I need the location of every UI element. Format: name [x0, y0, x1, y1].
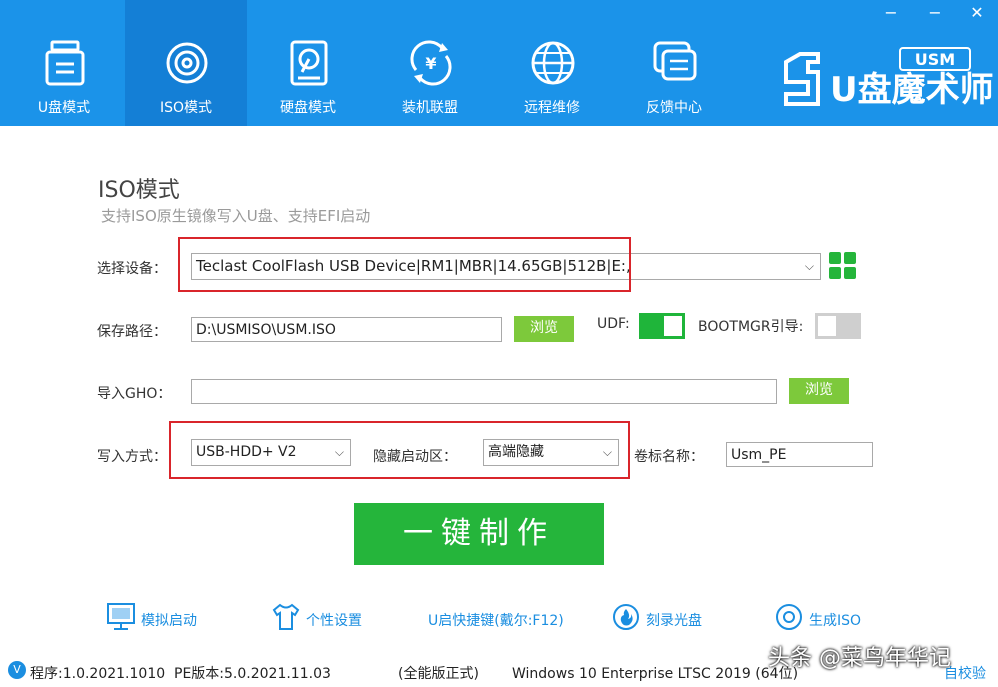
make-boot-usb-button[interactable]: 一键制作 [354, 503, 604, 565]
highlight-box-device [178, 237, 631, 292]
tab-usb-mode[interactable]: U盘模式 [3, 0, 125, 126]
chat-icon [653, 41, 697, 81]
edition-text: (全能版正式) [398, 666, 479, 682]
gho-label: 导入GHO： [97, 386, 172, 402]
minimize-button[interactable]: − [880, 2, 902, 24]
hard-disk-icon [290, 40, 328, 86]
udf-label: UDF: [597, 316, 630, 332]
tab-label: 装机联盟 [402, 100, 458, 116]
tab-remote-repair[interactable]: 远程维修 [491, 0, 613, 126]
pe-version: PE版本:5.0.2021.11.03 [174, 666, 331, 682]
gho-input[interactable] [191, 379, 777, 404]
write-mode-label: 写入方式： [97, 449, 167, 465]
disc-icon [166, 42, 208, 84]
os-text: Windows 10 Enterprise LTSC 2019 (64位) [512, 666, 799, 682]
iso-disc-icon [776, 604, 802, 630]
watermark-text: 头条 @菜鸟年华记 [768, 646, 951, 671]
globe-icon [531, 41, 575, 85]
chevron-down-icon: ⌵ [804, 259, 814, 273]
tab-label: 反馈中心 [646, 100, 702, 116]
header-bar: U盘模式 ISO模式 硬盘模式 ¥ 装机联盟 远程维修 反馈中心 − − ✕ U… [0, 0, 998, 126]
monitor-icon [107, 603, 135, 630]
close-button[interactable]: ✕ [966, 2, 988, 24]
grid-apps-icon[interactable] [829, 252, 857, 280]
save-path-browse-button[interactable]: 浏览 [514, 316, 574, 342]
tab-label: U盘模式 [37, 100, 91, 116]
boot-hotkey-label: U启快捷键(戴尔:F12) [428, 613, 564, 629]
version-icon: V [8, 661, 26, 679]
page-title: ISO模式 [98, 178, 180, 203]
tab-label: 硬盘模式 [280, 100, 336, 116]
tab-label: 远程维修 [524, 100, 580, 116]
save-path-label: 保存路径： [97, 324, 167, 340]
device-label: 选择设备： [97, 261, 167, 277]
personal-settings-label: 个性设置 [306, 613, 362, 629]
usb-drive-icon [45, 40, 85, 86]
volume-label: 卷标名称： [634, 449, 704, 465]
tab-label: ISO模式 [159, 100, 213, 116]
generate-iso-label: 生成ISO [809, 613, 862, 629]
save-path-input[interactable]: D:\USMISO\USM.ISO [191, 317, 502, 342]
page-subtitle: 支持ISO原生镜像写入U盘、支持EFI启动 [101, 207, 371, 225]
udf-toggle[interactable] [639, 313, 685, 339]
tab-iso-mode[interactable]: ISO模式 [125, 0, 247, 126]
usm-logo: U盘魔术师 USM [778, 44, 994, 116]
bootmgr-toggle[interactable] [815, 313, 861, 339]
restore-button[interactable]: − [924, 2, 946, 24]
tab-hard-disk-mode[interactable]: 硬盘模式 [247, 0, 369, 126]
tab-feedback-center[interactable]: 反馈中心 [613, 0, 735, 126]
program-version: 程序:1.0.2021.1010 [30, 666, 166, 682]
logo-text: U盘魔术师 [830, 70, 994, 110]
logo-badge: USM [914, 50, 956, 69]
highlight-box-write-mode [169, 421, 630, 479]
yen-refresh-icon: ¥ [410, 40, 452, 86]
volume-input[interactable]: Usm_PE [726, 442, 873, 467]
burn-disc-label: 刻录光盘 [646, 613, 702, 629]
burn-disc-icon [613, 604, 639, 630]
svg-text:¥: ¥ [425, 54, 436, 73]
bootmgr-label: BOOTMGR引导: [698, 319, 804, 335]
gho-browse-button[interactable]: 浏览 [789, 378, 849, 404]
tab-install-alliance[interactable]: ¥ 装机联盟 [369, 0, 491, 126]
tshirt-icon [272, 603, 300, 630]
simulate-boot-label: 模拟启动 [141, 613, 197, 629]
